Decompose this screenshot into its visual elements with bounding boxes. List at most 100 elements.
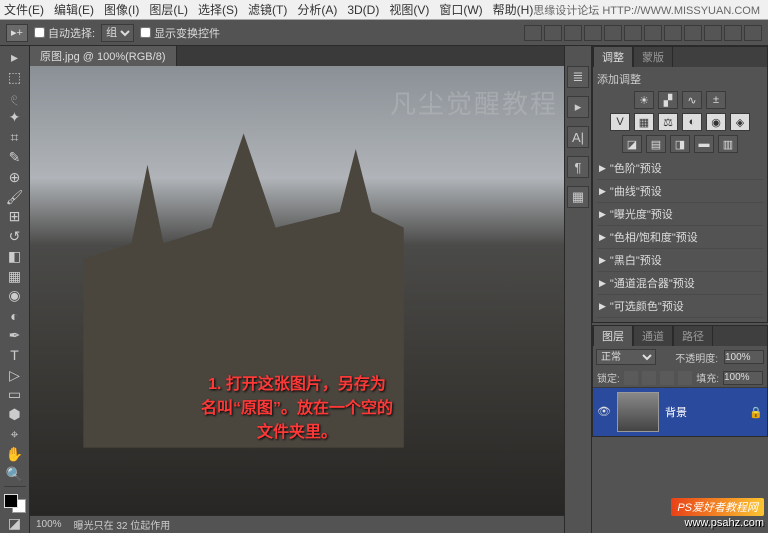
lock-all-icon[interactable] (678, 371, 692, 385)
menu-layer[interactable]: 图层(L) (149, 1, 188, 18)
auto-select-checkbox[interactable]: 自动选择: (34, 25, 95, 41)
foreground-color[interactable] (4, 494, 18, 508)
brush-tool-icon[interactable]: 🖌 (3, 188, 27, 207)
hue-icon[interactable]: ▦ (634, 113, 654, 131)
tab-paths[interactable]: 路径 (673, 325, 713, 346)
layer-name[interactable]: 背景 (665, 404, 687, 420)
preset-curves[interactable]: ▶"曲线"预设 (597, 180, 763, 203)
quickmask-icon[interactable]: ◪ (3, 514, 27, 533)
menu-file[interactable]: 文件(E) (4, 1, 44, 18)
visibility-icon[interactable]: 👁 (597, 405, 611, 419)
tab-masks[interactable]: 蒙版 (633, 46, 673, 67)
distribute-icon[interactable] (684, 25, 702, 41)
eraser-tool-icon[interactable]: ◧ (3, 247, 27, 266)
distribute-icon[interactable] (664, 25, 682, 41)
tab-channels[interactable]: 通道 (633, 325, 673, 346)
actions-panel-icon[interactable]: ▸ (567, 96, 589, 118)
character-panel-icon[interactable]: A| (567, 126, 589, 148)
curves-icon[interactable]: ∿ (682, 91, 702, 109)
preset-bw[interactable]: ▶"黑白"预设 (597, 249, 763, 272)
bw-icon[interactable]: ◐ (682, 113, 702, 131)
eyedropper-tool-icon[interactable]: ✎ (3, 148, 27, 167)
fill-input[interactable] (723, 371, 763, 385)
brightness-icon[interactable]: ☀ (634, 91, 654, 109)
gradient-map-icon[interactable]: ▬ (694, 135, 714, 153)
preset-exposure[interactable]: ▶"曝光度"预设 (597, 203, 763, 226)
dodge-tool-icon[interactable]: ◐ (3, 306, 27, 325)
lock-pixels-icon[interactable] (642, 371, 656, 385)
align-icon[interactable] (524, 25, 542, 41)
type-tool-icon[interactable]: T (3, 346, 27, 365)
stamp-tool-icon[interactable]: ⊞ (3, 207, 27, 226)
menu-image[interactable]: 图像(I) (104, 1, 139, 18)
watermark-text: 思缘设计论坛 HTTP://WWW.MISSYUAN.COM (533, 2, 760, 18)
3d-camera-icon[interactable]: ⌖ (3, 425, 27, 444)
vibrance-icon[interactable]: V (610, 113, 630, 131)
wand-tool-icon[interactable]: ✦ (3, 109, 27, 128)
threshold-icon[interactable]: ◨ (670, 135, 690, 153)
align-icon[interactable] (604, 25, 622, 41)
history-brush-icon[interactable]: ↺ (3, 227, 27, 246)
preset-channel[interactable]: ▶"通道混合器"预设 (597, 272, 763, 295)
hand-tool-icon[interactable]: ✋ (3, 445, 27, 464)
align-icon[interactable] (624, 25, 642, 41)
canvas[interactable]: 凡尘觉醒教程 1. 打开这张图片，另存为 名叫“原图”。放在一个空的 文件夹里。 (30, 66, 564, 515)
balance-icon[interactable]: ⚖ (658, 113, 678, 131)
align-icon[interactable] (564, 25, 582, 41)
align-icon[interactable] (584, 25, 602, 41)
preset-selective[interactable]: ▶"可选颜色"预设 (597, 295, 763, 318)
levels-icon[interactable]: ▞ (658, 91, 678, 109)
show-transform-checkbox[interactable]: 显示变换控件 (140, 25, 220, 41)
distribute-icon[interactable] (724, 25, 742, 41)
history-panel-icon[interactable]: ≣ (567, 66, 589, 88)
menu-edit[interactable]: 编辑(E) (54, 1, 94, 18)
document-tab[interactable]: 原图.jpg @ 100%(RGB/8) (30, 46, 177, 66)
exposure-icon[interactable]: ± (706, 91, 726, 109)
distribute-icon[interactable] (644, 25, 662, 41)
menu-view[interactable]: 视图(V) (389, 1, 429, 18)
tab-layers[interactable]: 图层 (593, 325, 633, 346)
document-tab-bar: 原图.jpg @ 100%(RGB/8) (30, 46, 564, 66)
zoom-tool-icon[interactable]: 🔍 (3, 465, 27, 484)
preset-levels[interactable]: ▶"色阶"预设 (597, 157, 763, 180)
tab-adjustments[interactable]: 调整 (593, 46, 633, 67)
selective-color-icon[interactable]: ▥ (718, 135, 738, 153)
path-tool-icon[interactable]: ▷ (3, 366, 27, 385)
blend-mode-select[interactable]: 正常 (596, 349, 656, 365)
lasso-tool-icon[interactable]: 𓏲 (3, 88, 27, 108)
image-content (30, 66, 564, 515)
opacity-input[interactable] (724, 350, 764, 364)
color-panel-icon[interactable]: ▦ (567, 186, 589, 208)
crop-tool-icon[interactable]: ⌗ (3, 128, 27, 147)
paragraph-panel-icon[interactable]: ¶ (567, 156, 589, 178)
photo-filter-icon[interactable]: ◉ (706, 113, 726, 131)
heal-tool-icon[interactable]: ⊕ (3, 168, 27, 187)
distribute-icon[interactable] (704, 25, 722, 41)
blur-tool-icon[interactable]: ◉ (3, 287, 27, 306)
menu-help[interactable]: 帮助(H) (493, 1, 534, 18)
align-icon[interactable] (544, 25, 562, 41)
menu-select[interactable]: 选择(S) (198, 1, 238, 18)
channel-mixer-icon[interactable]: ◈ (730, 113, 750, 131)
3d-tool-icon[interactable]: ⬢ (3, 405, 27, 424)
posterize-icon[interactable]: ▤ (646, 135, 666, 153)
color-swatch[interactable] (4, 494, 26, 513)
menu-filter[interactable]: 滤镜(T) (248, 1, 287, 18)
lock-transparent-icon[interactable] (624, 371, 638, 385)
zoom-level[interactable]: 100% (36, 519, 62, 530)
invert-icon[interactable]: ◪ (622, 135, 642, 153)
menu-3d[interactable]: 3D(D) (347, 3, 379, 17)
move-tool-icon[interactable]: ▸ (3, 48, 27, 67)
shape-tool-icon[interactable]: ▭ (3, 386, 27, 405)
preset-hue[interactable]: ▶"色相/饱和度"预设 (597, 226, 763, 249)
marquee-tool-icon[interactable]: ⬚ (3, 68, 27, 87)
distribute-icon[interactable] (744, 25, 762, 41)
pen-tool-icon[interactable]: ✒ (3, 326, 27, 345)
layer-row[interactable]: 👁 背景 🔒 (593, 388, 767, 436)
menu-window[interactable]: 窗口(W) (439, 1, 482, 18)
auto-select-dropdown[interactable]: 组 (101, 24, 134, 42)
lock-position-icon[interactable] (660, 371, 674, 385)
layer-thumbnail[interactable] (617, 392, 659, 432)
gradient-tool-icon[interactable]: ▦ (3, 267, 27, 286)
menu-analysis[interactable]: 分析(A) (297, 1, 337, 18)
